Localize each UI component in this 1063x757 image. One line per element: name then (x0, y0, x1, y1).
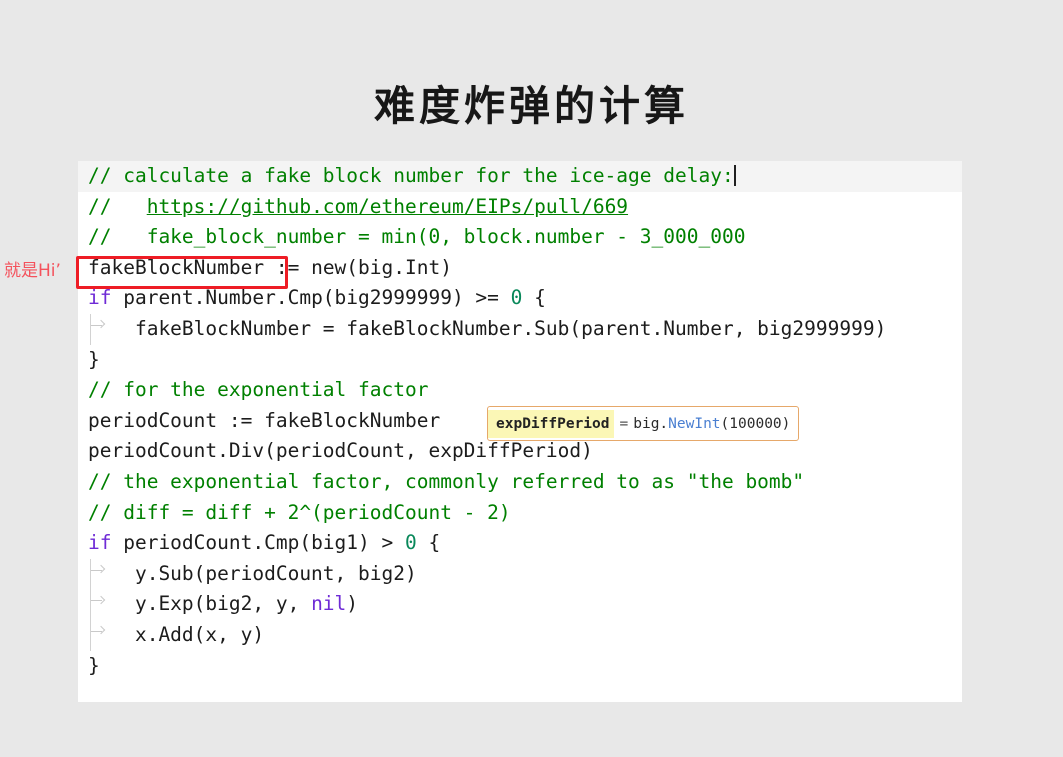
code-token: } (88, 347, 100, 371)
code-line[interactable]: y.Exp(big2, y, nil) (78, 589, 962, 620)
code-token: y.Sub(periodCount, big2) (88, 561, 417, 585)
code-token: x.Add(x, y) (88, 622, 265, 646)
tooltip-arguments: (100000) (720, 415, 791, 432)
code-token: // for the exponential factor (88, 378, 429, 402)
code-line[interactable]: x.Add(x, y) (78, 619, 962, 651)
code-line[interactable]: fakeBlockNumber = fakeBlockNumber.Sub(pa… (78, 313, 962, 345)
code-token: periodCount.Div(periodCount, expDiffPeri… (88, 439, 593, 463)
code-token: https://github.com/ethereum/EIPs/pull/66… (146, 194, 629, 218)
code-token: { (416, 531, 441, 555)
code-line[interactable]: // calculate a fake block number for the… (78, 161, 962, 192)
tooltip-function-name: NewInt (668, 415, 721, 432)
annotation-label: 就是Hi’ (4, 261, 61, 281)
tooltip-equals-sign: = (619, 415, 629, 432)
code-token: // fake_block_number = min(0, block.numb… (88, 225, 746, 249)
code-token: y.Exp(big2, y, (88, 592, 312, 616)
code-token: if (88, 286, 112, 310)
code-line[interactable]: y.Sub(periodCount, big2) (78, 558, 962, 590)
code-line[interactable]: // diff = diff + 2^(periodCount - 2) (78, 498, 962, 529)
code-token: } (88, 653, 100, 677)
code-token: // (88, 194, 147, 218)
code-line[interactable]: } (78, 345, 962, 376)
tooltip-symbol-name: expDiffPeriod (488, 409, 614, 438)
code-line[interactable]: // the exponential factor, commonly refe… (78, 467, 962, 498)
code-line[interactable]: // fake_block_number = min(0, block.numb… (78, 222, 962, 253)
code-token: parent.Number.Cmp(big2999999) >= (111, 286, 511, 310)
code-token: ) (346, 592, 359, 616)
code-token: periodCount := fakeBlockNumber (88, 408, 441, 432)
code-token: { (522, 286, 546, 310)
code-token: periodCount.Cmp(big1) > (111, 531, 405, 555)
code-line[interactable]: // for the exponential factor (78, 375, 962, 406)
code-line[interactable]: // https://github.com/ethereum/EIPs/pull… (78, 192, 962, 223)
symbol-hover-tooltip: expDiffPeriod = big. NewInt (100000) (487, 406, 800, 441)
tooltip-package-name: big. (633, 415, 669, 432)
code-token: // diff = diff + 2^(periodCount - 2) (88, 500, 511, 524)
code-token: new(big.Int) (311, 255, 452, 279)
highlight-box-fake-block-number (76, 256, 288, 289)
code-token: nil (311, 592, 347, 616)
code-token: if (88, 531, 112, 555)
page-title: 难度炸弹的计算 (374, 82, 689, 130)
code-token: // the exponential factor, commonly refe… (88, 469, 805, 493)
code-token: 0 (510, 286, 523, 310)
code-line[interactable]: if periodCount.Cmp(big1) > 0 { (78, 528, 962, 559)
code-token: fakeBlockNumber = fakeBlockNumber.Sub(pa… (88, 316, 887, 340)
code-token: // calculate a fake block number for the… (88, 164, 734, 187)
code-token: 0 (404, 531, 417, 555)
code-line[interactable]: } (78, 651, 962, 682)
text-caret (733, 165, 736, 186)
